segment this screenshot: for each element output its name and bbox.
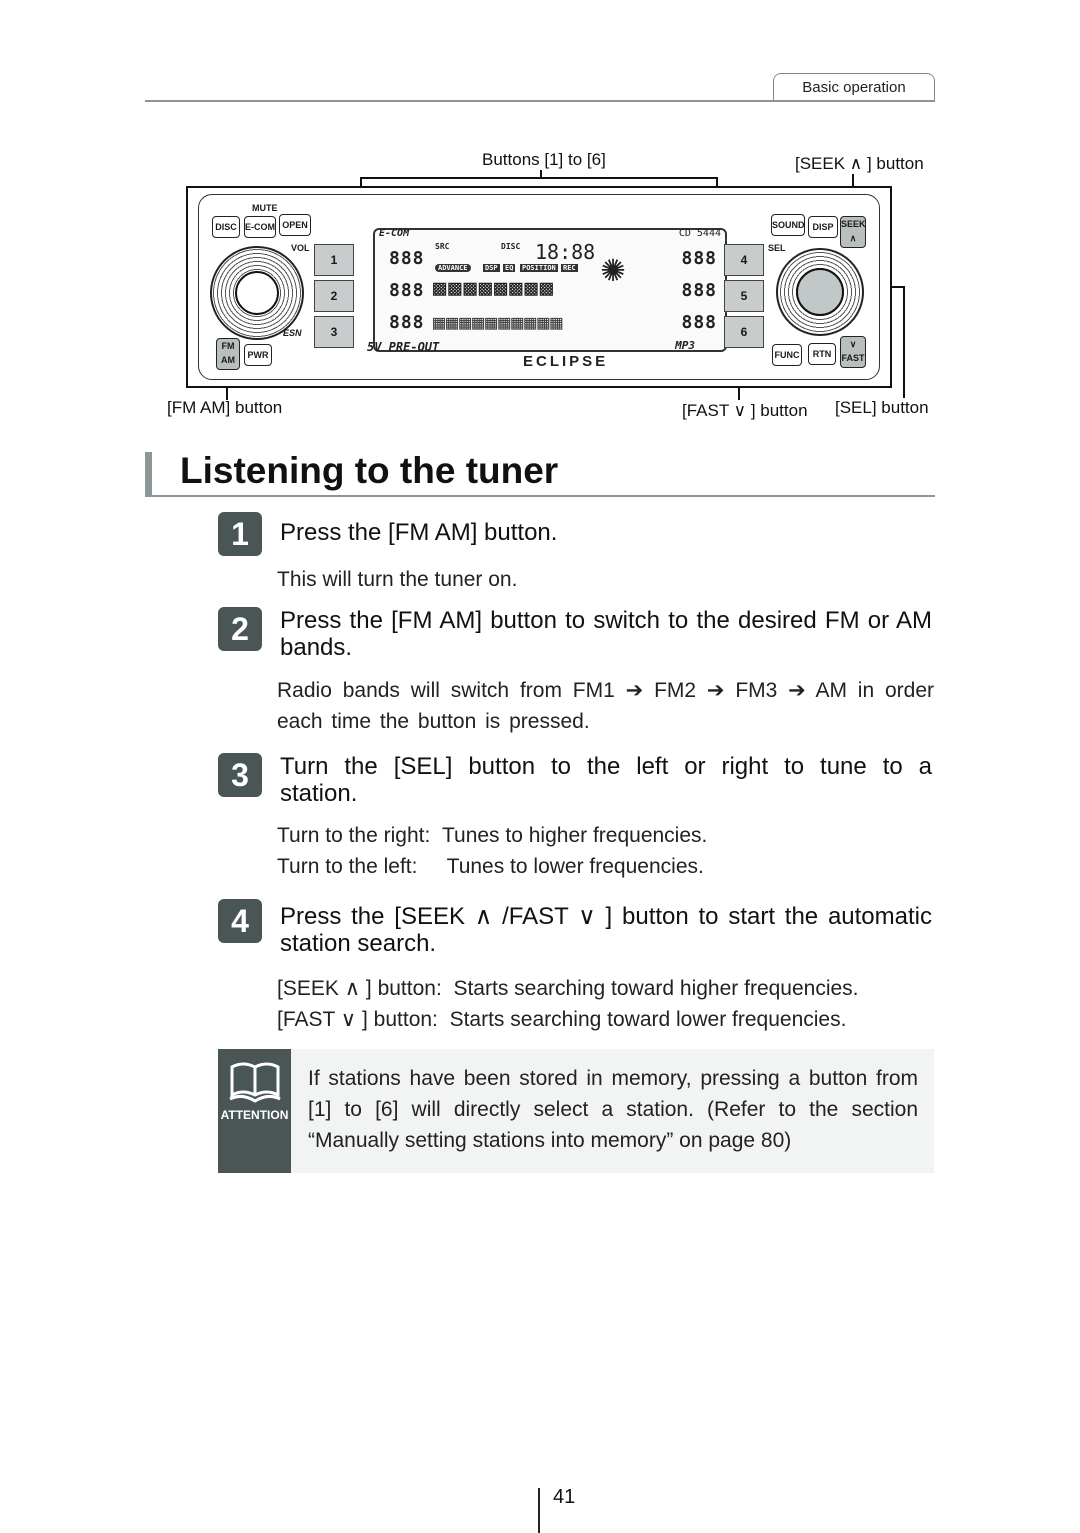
step-title-2: Press the [FM AM] button to switch to th…: [280, 607, 932, 661]
lcd-segment: 888: [681, 312, 717, 333]
step-number-3: 3: [218, 753, 262, 797]
header-rule: [145, 100, 935, 102]
disp-button[interactable]: DISP: [808, 216, 838, 238]
preset-button-4[interactable]: 4: [724, 244, 764, 276]
step-number-4: 4: [218, 899, 262, 943]
preset-button-1[interactable]: 1: [314, 244, 354, 276]
preout-label: 5V PRE-OUT: [367, 340, 440, 354]
section-tab: Basic operation: [773, 73, 935, 101]
disc-button[interactable]: DISC: [212, 216, 240, 238]
section-rule: [145, 495, 935, 497]
esn-label: ESN: [283, 328, 302, 338]
step-4-row-fast: [FAST ∨ ] button: Starts searching towar…: [277, 1004, 934, 1035]
preset-group-right: 4 5 6: [724, 244, 764, 352]
attention-sidebar: ATTENTION: [218, 1049, 291, 1173]
lcd-segment: 888: [389, 312, 425, 333]
chevron-up-icon: ∧: [849, 233, 857, 243]
mp3-logo: MP3: [675, 339, 695, 352]
mute-label: MUTE: [252, 203, 278, 213]
preset-group-left: 1 2 3: [314, 244, 354, 352]
sel-knob-center[interactable]: [796, 268, 844, 316]
preset-button-6[interactable]: 6: [724, 316, 764, 348]
lcd-position-indicator: POSITION: [520, 264, 558, 272]
pwr-button[interactable]: PWR: [244, 344, 272, 366]
row-key: [FAST ∨ ] button:: [277, 1008, 450, 1031]
fm-am-button[interactable]: FM AM: [216, 338, 240, 370]
step-body-4: [SEEK ∧ ] button: Starts searching towar…: [277, 973, 934, 1035]
row-value: Tunes to lower frequencies.: [446, 855, 704, 878]
step-number-1: 1: [218, 512, 262, 556]
lcd-ecom-logo: E-COM: [379, 228, 410, 239]
step-body-2: Radio bands will switch from FM1 ➔ FM2 ➔…: [277, 679, 934, 733]
lcd-segment: 888: [389, 280, 425, 301]
e-com-button[interactable]: E-COM: [244, 216, 276, 238]
fast-label: FAST: [841, 353, 865, 363]
head-unit: MUTE DISC E-COM OPEN VOL ESN FM AM PWR 1…: [186, 186, 892, 388]
step-3-row-left: Turn to the left: Tunes to lower frequen…: [277, 851, 934, 882]
step-title-3: Turn the [SEL] button to the left or rig…: [280, 753, 932, 807]
row-value: Tunes to higher frequencies.: [441, 824, 708, 847]
step-body-1: This will turn the tuner on.: [277, 568, 518, 591]
page-number: 41: [553, 1486, 576, 1508]
func-button[interactable]: FUNC: [772, 344, 802, 366]
volume-knob[interactable]: [210, 246, 304, 340]
preset-button-5[interactable]: 5: [724, 280, 764, 312]
row-key: Turn to the right:: [277, 824, 442, 847]
callout-buttons-1-6: Buttons [1] to [6]: [482, 150, 606, 169]
lcd-eq-indicator: EQ: [503, 264, 516, 272]
model-label: CD 5444: [678, 228, 721, 239]
section-title: Listening to the tuner: [180, 450, 559, 491]
row-key: [SEEK ∧ ] button:: [277, 977, 454, 1000]
row-value: Starts searching toward higher frequenci…: [453, 977, 859, 1000]
lcd-dot-matrix: ▦▦▦▦▦▦▦▦▦▦: [433, 310, 564, 334]
lcd-segment: 888: [389, 248, 425, 269]
row-value: Starts searching toward lower frequencie…: [449, 1008, 847, 1031]
fast-down-button[interactable]: ∨ FAST: [840, 336, 866, 368]
lcd-rec-indicator: REC: [561, 264, 578, 272]
callout-fast: [FAST ∨ ] button: [682, 401, 808, 420]
attention-text: If stations have been stored in memory, …: [308, 1067, 918, 1152]
lcd-advance-indicator: ADVANCE: [435, 264, 471, 272]
step-3-row-right: Turn to the right: Tunes to higher frequ…: [277, 820, 934, 851]
leader-line: [540, 170, 542, 178]
callout-fm-am: [FM AM] button: [167, 398, 283, 417]
lcd-display: E-COM CD 5444 888 888 888 SRC DISC 18:88…: [367, 228, 727, 354]
book-icon: [229, 1062, 281, 1103]
sel-label: SEL: [768, 243, 786, 253]
page-number-rule: [538, 1488, 540, 1533]
section-accent-bar: [145, 452, 152, 496]
step-title-4: Press the [SEEK ∧ /FAST ∨ ] button to st…: [280, 903, 932, 957]
leader-line: [360, 177, 717, 179]
lcd-disc-indicator: DISC: [501, 242, 521, 251]
seek-label: SEEK: [841, 219, 866, 229]
push-mode-center[interactable]: [235, 271, 279, 315]
open-button[interactable]: OPEN: [279, 214, 311, 236]
sound-button[interactable]: SOUND: [771, 214, 805, 236]
attention-label: ATTENTION: [220, 1108, 289, 1122]
brand-logo: ECLIPSE: [523, 353, 609, 370]
leader-line: [903, 286, 905, 398]
lcd-dsp-indicator: DSP: [483, 264, 500, 272]
rtn-button[interactable]: RTN: [808, 343, 836, 365]
vol-label: VOL: [291, 243, 310, 253]
preset-button-3[interactable]: 3: [314, 316, 354, 348]
callout-sel: [SEL] button: [835, 398, 929, 417]
preset-button-2[interactable]: 2: [314, 280, 354, 312]
seek-up-button[interactable]: SEEK ∧: [840, 216, 866, 248]
step-number-2: 2: [218, 607, 262, 651]
sunburst-icon: ✺: [600, 245, 626, 291]
lcd-alphanumeric: ▩▩▩▩▩▩▩▩: [433, 276, 555, 301]
chevron-down-icon: ∨: [849, 339, 857, 349]
row-key: Turn to the left:: [277, 855, 447, 878]
step-title-1: Press the [FM AM] button.: [280, 519, 558, 546]
attention-box: ATTENTION If stations have been stored i…: [218, 1049, 934, 1173]
lcd-src-indicator: SRC: [435, 242, 450, 251]
sel-knob[interactable]: [776, 248, 864, 336]
callout-seek: [SEEK ∧ ] button: [795, 154, 924, 173]
lcd-segment: 888: [681, 248, 717, 269]
lcd-segment: 888: [681, 280, 717, 301]
step-body-3: Turn to the right: Tunes to higher frequ…: [277, 820, 934, 882]
step-4-row-seek: [SEEK ∧ ] button: Starts searching towar…: [277, 973, 934, 1004]
head-unit-diagram: Buttons [1] to [6] [SEEK ∧ ] button [FM …: [160, 140, 940, 430]
